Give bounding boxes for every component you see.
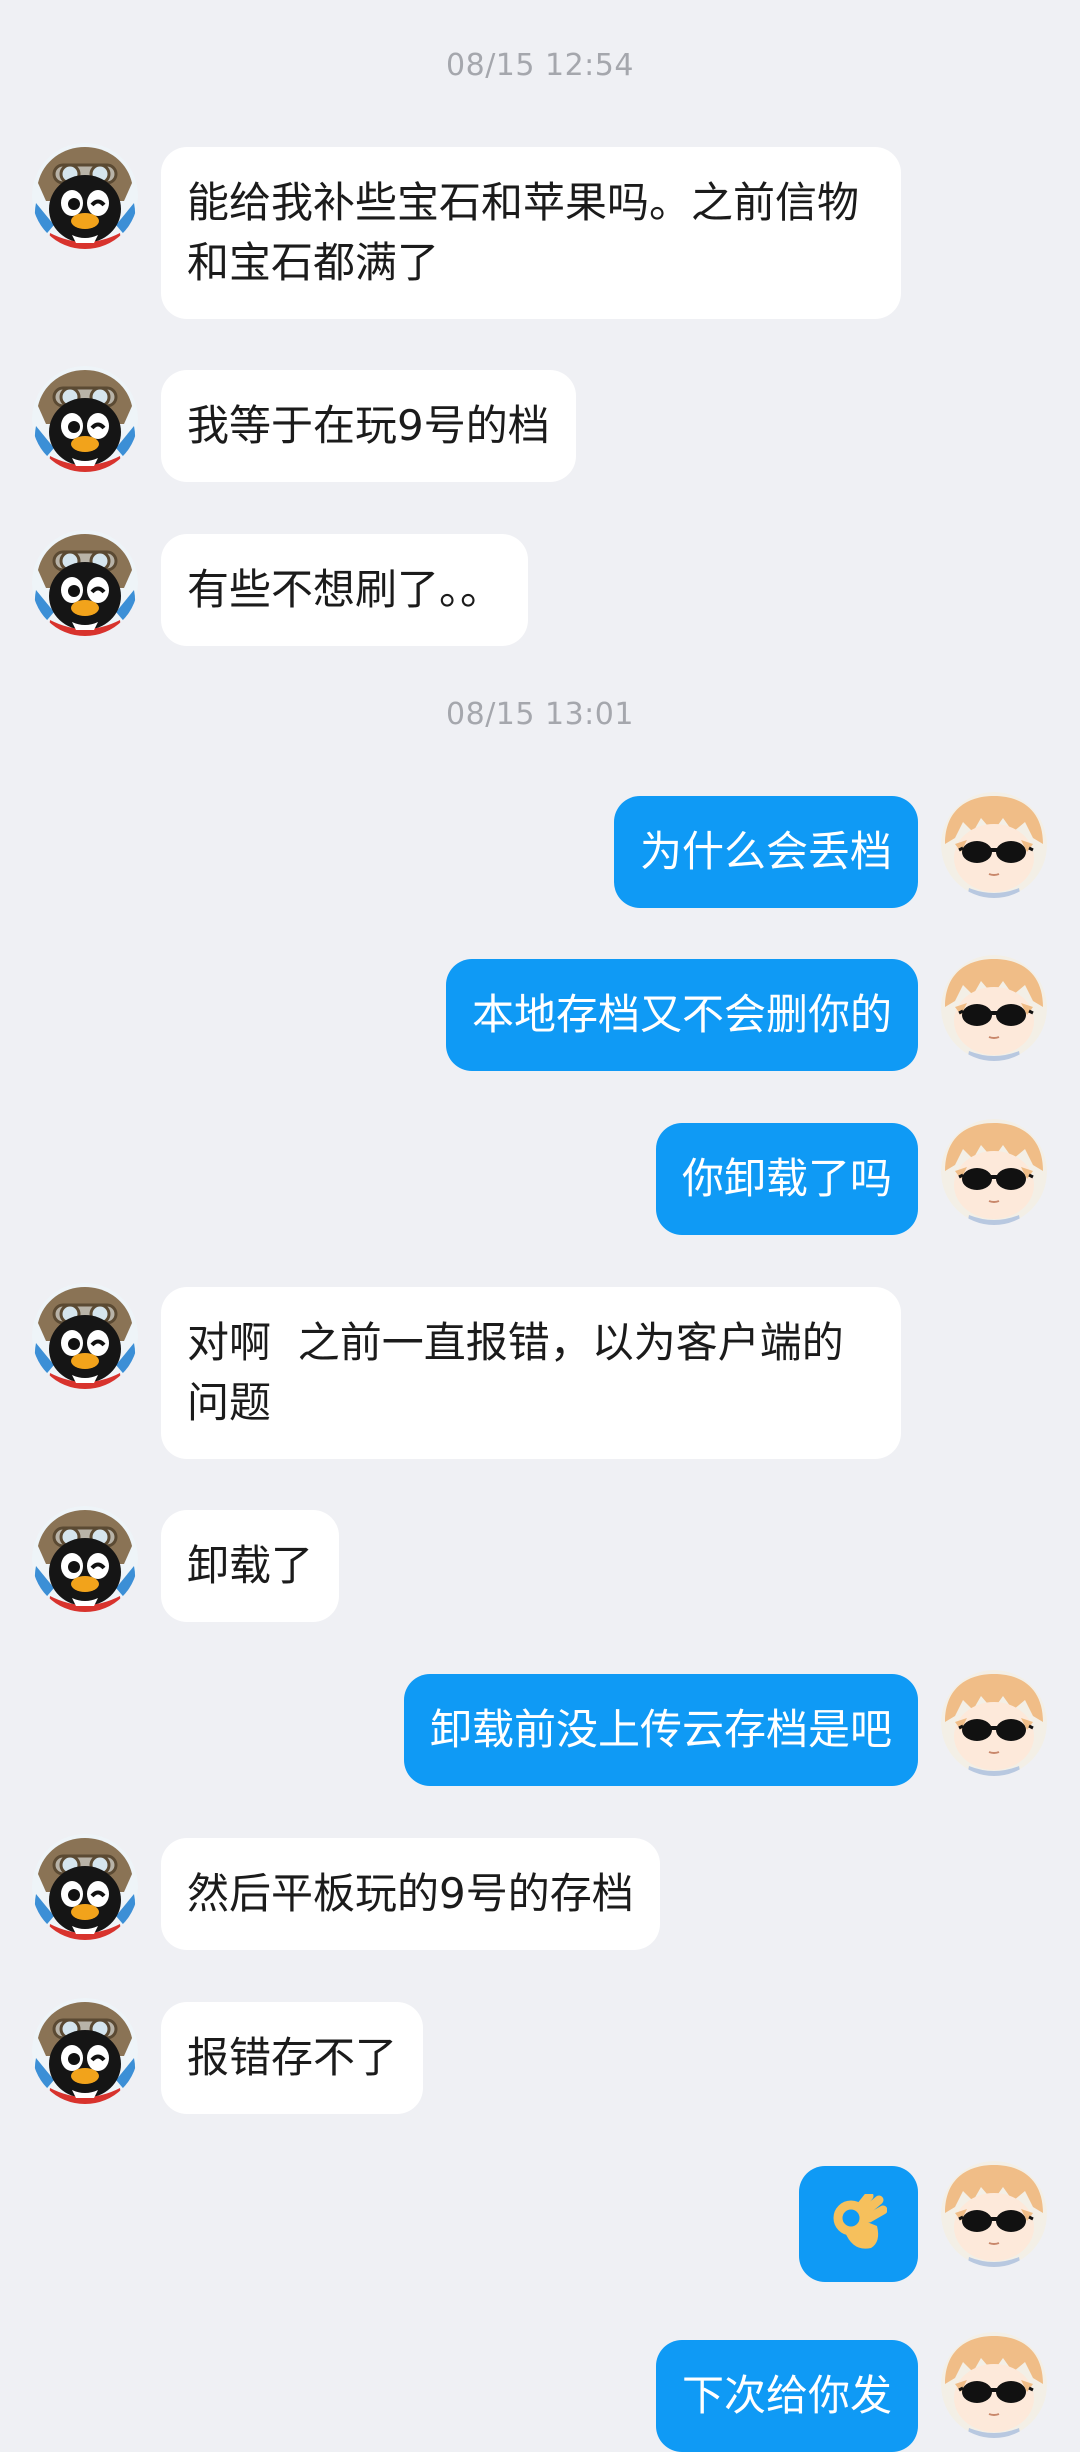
penguin-pilot-avatar-icon[interactable] xyxy=(32,143,138,249)
outgoing-message-bubble[interactable] xyxy=(799,2166,918,2282)
penguin-pilot-avatar-icon[interactable] xyxy=(32,1998,138,2104)
outgoing-message-bubble[interactable]: 下次给你发 xyxy=(655,2340,918,2452)
incoming-message-bubble[interactable]: 报错存不了 xyxy=(161,2002,424,2114)
outgoing-message-bubble[interactable]: 本地存档又不会删你的 xyxy=(445,959,918,1071)
penguin-pilot-avatar-icon[interactable] xyxy=(32,1506,138,1612)
timestamp: 08/15 13:01 xyxy=(446,697,634,732)
anime-sunglasses-avatar-icon[interactable] xyxy=(941,955,1047,1061)
ok-hand-emoji-icon xyxy=(833,2194,887,2249)
penguin-pilot-avatar-icon[interactable] xyxy=(32,1283,138,1389)
chat-window[interactable]: 08/15 12:54 能给我补些宝石和苹果吗。之前信物和宝石都满了 我等于在玩… xyxy=(0,0,1080,2452)
outgoing-message-bubble[interactable]: 为什么会丢档 xyxy=(613,796,918,908)
anime-sunglasses-avatar-icon[interactable] xyxy=(941,2161,1047,2267)
penguin-pilot-avatar-icon[interactable] xyxy=(32,366,138,472)
penguin-pilot-avatar-icon[interactable] xyxy=(32,530,138,636)
incoming-message-bubble[interactable]: 然后平板玩的9号的存档 xyxy=(161,1838,660,1950)
anime-sunglasses-avatar-icon[interactable] xyxy=(941,1670,1047,1776)
anime-sunglasses-avatar-icon[interactable] xyxy=(941,1119,1047,1225)
anime-sunglasses-avatar-icon[interactable] xyxy=(941,792,1047,898)
penguin-pilot-avatar-icon[interactable] xyxy=(32,1834,138,1940)
incoming-message-bubble[interactable]: 卸载了 xyxy=(161,1510,340,1622)
anime-sunglasses-avatar-icon[interactable] xyxy=(941,2332,1047,2438)
incoming-message-bubble[interactable]: 能给我补些宝石和苹果吗。之前信物和宝石都满了 xyxy=(161,147,901,319)
incoming-message-bubble[interactable]: 有些不想刷了。。 xyxy=(161,534,529,646)
outgoing-message-bubble[interactable]: 你卸载了吗 xyxy=(655,1123,918,1235)
outgoing-message-bubble[interactable]: 卸载前没上传云存档是吧 xyxy=(403,1674,918,1786)
timestamp: 08/15 12:54 xyxy=(446,48,634,83)
incoming-message-bubble[interactable]: 我等于在玩9号的档 xyxy=(161,370,576,482)
incoming-message-bubble[interactable]: 对啊 之前一直报错，以为客户端的问题 xyxy=(161,1287,901,1459)
